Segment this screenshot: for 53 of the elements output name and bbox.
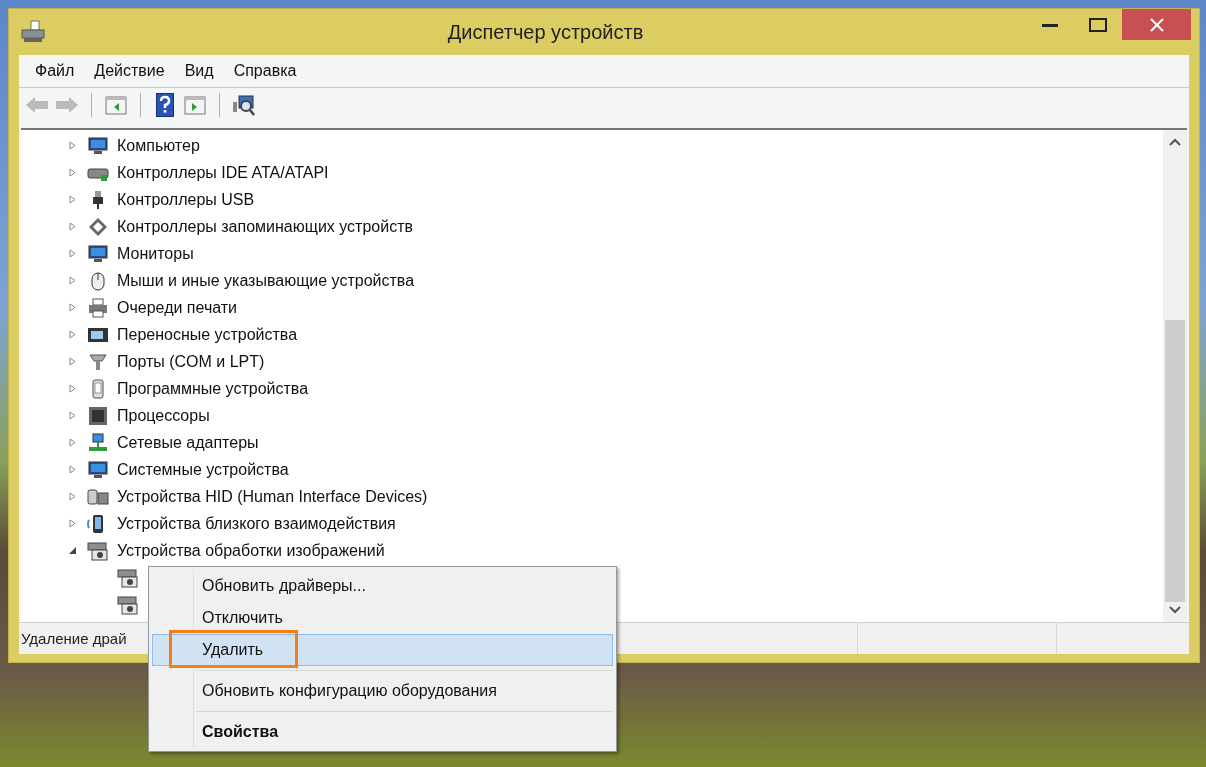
tree-item-label[interactable]: Устройства близкого взаимодействия <box>117 511 396 536</box>
tree-item-label[interactable]: Устройства обработки изображений <box>117 538 385 563</box>
menu-item[interactable]: Вид <box>176 59 222 83</box>
chip-icon <box>87 405 109 426</box>
tree-item-label[interactable]: Сетевые адаптеры <box>117 430 259 455</box>
scanner-icon <box>117 594 139 615</box>
tree-item-label[interactable]: Порты (COM и LPT) <box>117 349 265 374</box>
tree-item-label[interactable]: Переносные устройства <box>117 322 298 347</box>
close-button[interactable] <box>1122 9 1191 40</box>
tree-item-label[interactable]: Контроллеры USB <box>117 187 255 212</box>
menu-option[interactable]: Обновить конфигурацию оборудования <box>152 675 613 707</box>
scroll-up-icon[interactable] <box>1169 138 1181 146</box>
tree-item-label[interactable]: Контроллеры запоминающих устройств <box>117 214 413 239</box>
scrollbar-thumb[interactable] <box>1165 320 1185 602</box>
tree-item-label[interactable]: Мыши и иные указывающие устройства <box>117 268 415 293</box>
tree-item-label[interactable]: Устройства HID (Human Interface Devices) <box>117 484 428 509</box>
tree-item-label[interactable]: Контроллеры IDE ATA/ATAPI <box>117 160 329 185</box>
status-text: Удаление драй <box>21 629 127 647</box>
back-arrow-icon <box>25 96 49 114</box>
tree-item-label[interactable]: Компьютер <box>117 133 200 158</box>
network-icon <box>87 432 109 453</box>
menu-option[interactable]: Обновить драйверы... <box>152 570 613 602</box>
menu-item[interactable]: Файл <box>27 59 83 83</box>
tree-item-label[interactable]: Программные устройства <box>117 376 309 401</box>
menu-item[interactable]: Действие <box>86 59 173 83</box>
storage-icon <box>87 216 109 237</box>
scanner-icon <box>117 567 139 588</box>
panel-icon <box>184 95 206 115</box>
port-icon <box>87 351 109 372</box>
menu-option[interactable]: Отключить <box>152 602 613 634</box>
menu-item[interactable]: Справка <box>225 59 305 83</box>
monitor-icon <box>87 243 109 264</box>
device-icon <box>87 486 109 507</box>
tree-item-label[interactable]: Системные устройства <box>117 457 289 482</box>
maximize-icon <box>1089 18 1107 32</box>
scroll-down-icon[interactable] <box>1169 606 1181 614</box>
magnifier-icon <box>232 94 256 116</box>
menu-option[interactable]: Свойства <box>152 716 613 748</box>
tree-item-label[interactable]: Очереди печати <box>117 295 238 320</box>
monitor-icon <box>87 459 109 480</box>
scanner-icon <box>87 540 109 561</box>
tree-item-label[interactable]: Процессоры <box>117 403 210 428</box>
monitor-icon <box>87 135 109 156</box>
printer-icon <box>87 297 109 318</box>
window-title: Диспетчер устройств <box>446 20 645 45</box>
forward-arrow-icon <box>55 96 79 114</box>
scrollbar[interactable] <box>1163 130 1187 622</box>
close-icon <box>1149 17 1164 32</box>
app-icon <box>21 20 45 44</box>
help-icon <box>156 93 174 117</box>
panel-icon <box>105 95 127 115</box>
tree-item-label[interactable]: Мониторы <box>117 241 194 266</box>
minimize-icon <box>1042 23 1058 27</box>
